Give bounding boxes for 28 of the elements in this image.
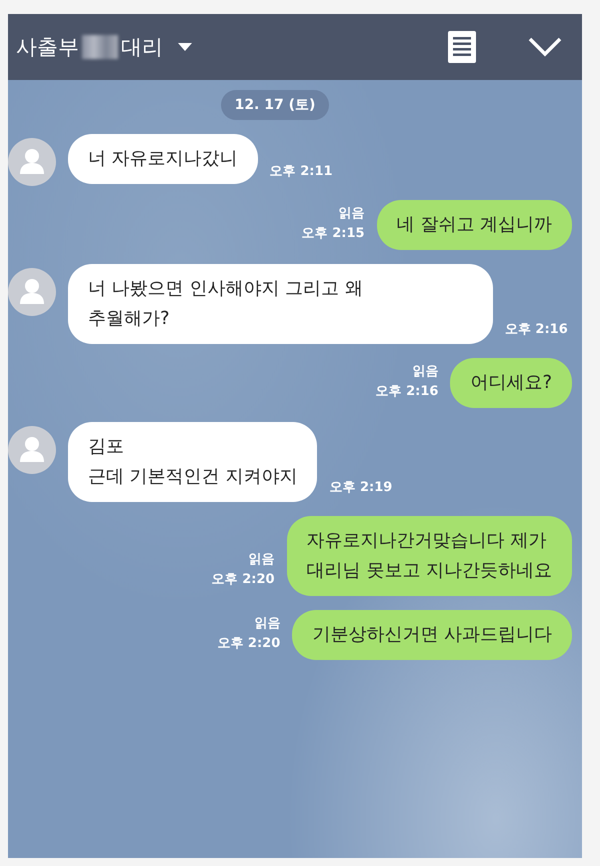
message-time: 오후 2:15 [302, 225, 365, 243]
message-bubble: 너 나봤으면 인사해야지 그리고 왜 추월해가? [68, 264, 493, 344]
message-bubble: 자유로지나간거맞습니다 제가 대리님 못보고 지나간듯하네요 [286, 516, 572, 596]
chat-title: 사출부 [16, 34, 79, 61]
message-time: 오후 2:16 [504, 321, 568, 339]
message-bubble: 어디세요? [450, 358, 572, 408]
blurred-name-drawing [82, 35, 118, 59]
message-time: 오후 2:19 [329, 479, 392, 497]
message-bubble: 너 자유로지나갔니 [68, 134, 258, 184]
message-time: 오후 2:11 [270, 163, 333, 181]
message-time: 오후 2:16 [376, 383, 438, 401]
message-time: 오후 2:20 [217, 635, 280, 653]
read-status: 읽음 [254, 615, 280, 633]
caret-icon[interactable] [177, 42, 193, 52]
message-time: 오후 2:20 [212, 571, 275, 589]
chevron-down-icon[interactable] [528, 37, 562, 57]
read-status: 읽음 [248, 551, 275, 569]
chat-title: 대리 [121, 34, 163, 61]
list-icon[interactable] [448, 31, 476, 63]
avatar-icon[interactable] [8, 268, 56, 316]
date-pill: 12. 17 (토) [220, 90, 330, 120]
avatar-icon[interactable] [8, 426, 56, 474]
avatar-icon[interactable] [8, 138, 56, 186]
read-status: 읽음 [338, 205, 365, 223]
message-bubble: 네 잘쉬고 계십니까 [376, 200, 572, 250]
read-status: 읽음 [412, 363, 438, 381]
message-bubble: 기분상하신거면 사과드립니다 [292, 610, 572, 660]
message-bubble: 김포 근데 기본적인건 지켜야지 [68, 422, 318, 502]
